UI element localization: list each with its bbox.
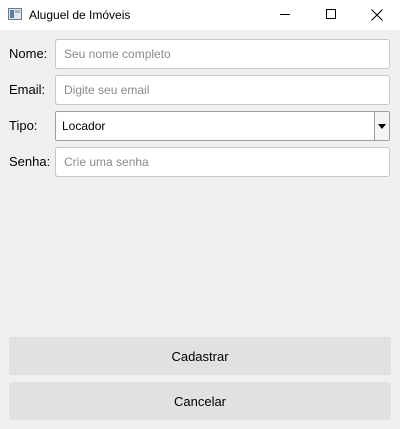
tipo-select[interactable]: Locador xyxy=(55,111,390,141)
senha-label: Senha: xyxy=(9,154,51,169)
close-icon xyxy=(371,9,383,21)
cancelar-button[interactable]: Cancelar xyxy=(9,382,391,420)
tipo-label: Tipo: xyxy=(9,118,38,133)
dropdown-arrow-icon[interactable] xyxy=(374,112,389,140)
nome-label: Nome: xyxy=(9,46,48,61)
maximize-button[interactable] xyxy=(308,0,354,30)
app-window-icon xyxy=(8,8,22,20)
cadastrar-button[interactable]: Cadastrar xyxy=(9,337,391,375)
window-title: Aluguel de Imóveis xyxy=(29,8,131,22)
maximize-icon xyxy=(326,9,336,19)
senha-input[interactable] xyxy=(55,147,390,177)
tipo-selected-value: Locador xyxy=(62,119,106,133)
minimize-icon xyxy=(280,14,290,15)
close-button[interactable] xyxy=(354,0,400,30)
title-bar: Aluguel de Imóveis xyxy=(0,0,400,30)
email-input[interactable] xyxy=(55,75,390,105)
email-label: Email: xyxy=(9,82,46,97)
nome-input[interactable] xyxy=(55,39,390,69)
minimize-button[interactable] xyxy=(262,0,308,30)
